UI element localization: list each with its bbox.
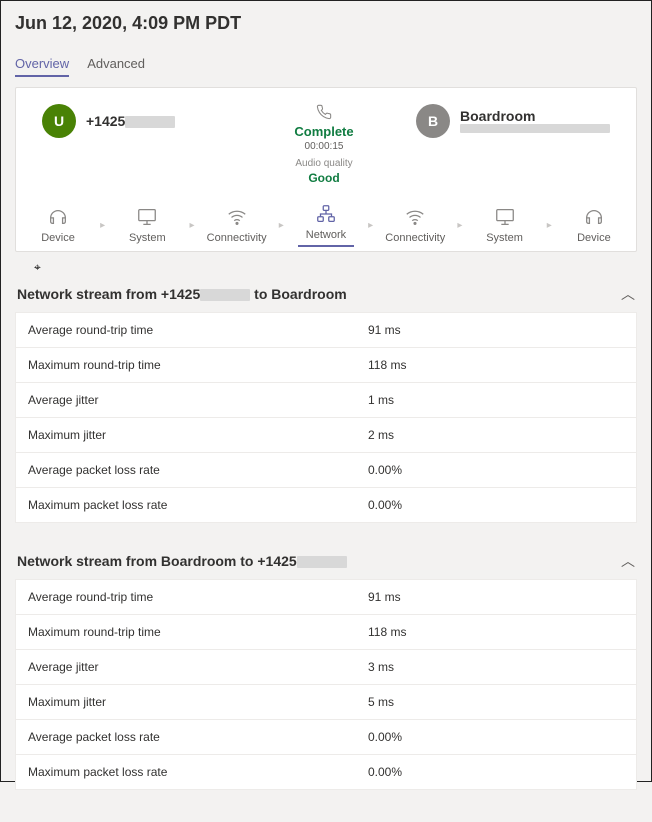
flow-label: Device	[41, 232, 75, 244]
table-row: Average packet loss rate0.00%	[16, 720, 636, 755]
metric-label: Average jitter	[28, 393, 368, 407]
stream1-section: Network stream from +1425 to Boardroom ︿…	[15, 276, 637, 523]
metric-label: Maximum round-trip time	[28, 625, 368, 639]
flow-item-system-1[interactable]: System	[119, 206, 175, 244]
tab-bar: Overview Advanced	[15, 52, 637, 77]
flow-label: System	[129, 232, 166, 244]
phone-icon	[316, 104, 332, 120]
call-summary-card: U +1425 Complete 00:00:15 Audio quality …	[15, 87, 637, 252]
callee: B Boardroom	[416, 104, 610, 138]
metric-value: 118 ms	[368, 625, 624, 639]
table-row: Average jitter1 ms	[16, 383, 636, 418]
metric-value: 0.00%	[368, 765, 624, 779]
arrow-icon: ▸	[547, 220, 552, 231]
redacted-text	[460, 124, 610, 133]
flow-item-connectivity-4[interactable]: Connectivity	[387, 206, 443, 244]
chevron-up-icon: ︿	[621, 284, 635, 304]
table-row: Average jitter3 ms	[16, 650, 636, 685]
system-icon	[136, 206, 158, 228]
page-title: Jun 12, 2020, 4:09 PM PDT	[15, 13, 637, 34]
metric-label: Maximum packet loss rate	[28, 765, 368, 779]
table-row: Maximum packet loss rate0.00%	[16, 755, 636, 789]
metric-value: 91 ms	[368, 590, 624, 604]
metric-label: Average round-trip time	[28, 323, 368, 337]
flow-item-connectivity-2[interactable]: Connectivity	[209, 206, 265, 244]
connectivity-icon	[226, 206, 248, 228]
audio-quality-value: Good	[308, 171, 339, 185]
tab-overview[interactable]: Overview	[15, 52, 69, 77]
table-row: Average round-trip time91 ms	[16, 313, 636, 348]
table-row: Maximum packet loss rate0.00%	[16, 488, 636, 522]
table-row: Maximum jitter5 ms	[16, 685, 636, 720]
tab-advanced[interactable]: Advanced	[87, 52, 145, 77]
caller-avatar: U	[42, 104, 76, 138]
flow-label: Connectivity	[207, 232, 267, 244]
metric-label: Average packet loss rate	[28, 730, 368, 744]
metric-label: Maximum round-trip time	[28, 358, 368, 372]
table-row: Maximum round-trip time118 ms	[16, 348, 636, 383]
cursor-icon: ⌖	[34, 260, 41, 275]
stream1-grid: Average round-trip time91 msMaximum roun…	[15, 312, 637, 523]
system-icon	[494, 206, 516, 228]
callee-name: Boardroom	[460, 108, 610, 124]
metric-value: 5 ms	[368, 695, 624, 709]
metric-label: Maximum jitter	[28, 428, 368, 442]
metric-label: Maximum packet loss rate	[28, 498, 368, 512]
metric-value: 3 ms	[368, 660, 624, 674]
network-icon	[315, 203, 337, 225]
metric-value: 0.00%	[368, 498, 624, 512]
callee-sub	[460, 124, 610, 135]
metric-value: 118 ms	[368, 358, 624, 372]
stream1-title: Network stream from +1425 to Boardroom	[17, 286, 347, 302]
redacted-text	[297, 556, 347, 568]
table-row: Average round-trip time91 ms	[16, 580, 636, 615]
chevron-up-icon: ︿	[621, 551, 635, 571]
flow-label: Connectivity	[385, 232, 445, 244]
arrow-icon: ▸	[100, 220, 105, 231]
call-status: Complete 00:00:15 Audio quality Good	[232, 104, 416, 185]
stream2-title: Network stream from Boardroom to +1425	[17, 553, 347, 569]
stream2-grid: Average round-trip time91 msMaximum roun…	[15, 579, 637, 790]
redacted-text	[125, 116, 175, 128]
connectivity-icon	[404, 206, 426, 228]
arrow-icon: ▸	[279, 220, 284, 231]
caller: U +1425	[42, 104, 232, 138]
table-row: Average packet loss rate0.00%	[16, 453, 636, 488]
arrow-icon: ▸	[457, 220, 462, 231]
metric-label: Average jitter	[28, 660, 368, 674]
arrow-icon: ▸	[189, 220, 194, 231]
flow-item-system-5[interactable]: System	[477, 206, 533, 244]
flow-item-device-0[interactable]: Device	[30, 206, 86, 244]
metric-value: 0.00%	[368, 730, 624, 744]
metric-label: Average round-trip time	[28, 590, 368, 604]
flow-diagram: Device ▸ System ▸ Connectivity ▸ Network ▸ Conne…	[26, 197, 626, 247]
flow-label: System	[486, 232, 523, 244]
table-row: Maximum jitter2 ms	[16, 418, 636, 453]
metric-value: 91 ms	[368, 323, 624, 337]
arrow-icon: ▸	[368, 220, 373, 231]
device-icon	[583, 206, 605, 228]
device-icon	[47, 206, 69, 228]
call-duration: 00:00:15	[305, 141, 344, 152]
audio-quality-label: Audio quality	[295, 158, 352, 169]
stream2-header[interactable]: Network stream from Boardroom to +1425 ︿	[15, 543, 637, 579]
caller-name: +1425	[86, 113, 175, 129]
flow-item-device-6[interactable]: Device	[566, 206, 622, 244]
metric-label: Maximum jitter	[28, 695, 368, 709]
metric-label: Average packet loss rate	[28, 463, 368, 477]
stream2-section: Network stream from Boardroom to +1425 ︿…	[15, 543, 637, 790]
redacted-text	[200, 289, 250, 301]
stream1-header[interactable]: Network stream from +1425 to Boardroom ︿	[15, 276, 637, 312]
metric-value: 2 ms	[368, 428, 624, 442]
metric-value: 1 ms	[368, 393, 624, 407]
flow-label: Device	[577, 232, 611, 244]
call-status-text: Complete	[294, 124, 353, 139]
callee-avatar: B	[416, 104, 450, 138]
flow-item-network-3[interactable]: Network	[298, 203, 354, 247]
table-row: Maximum round-trip time118 ms	[16, 615, 636, 650]
flow-label: Network	[306, 229, 346, 241]
metric-value: 0.00%	[368, 463, 624, 477]
